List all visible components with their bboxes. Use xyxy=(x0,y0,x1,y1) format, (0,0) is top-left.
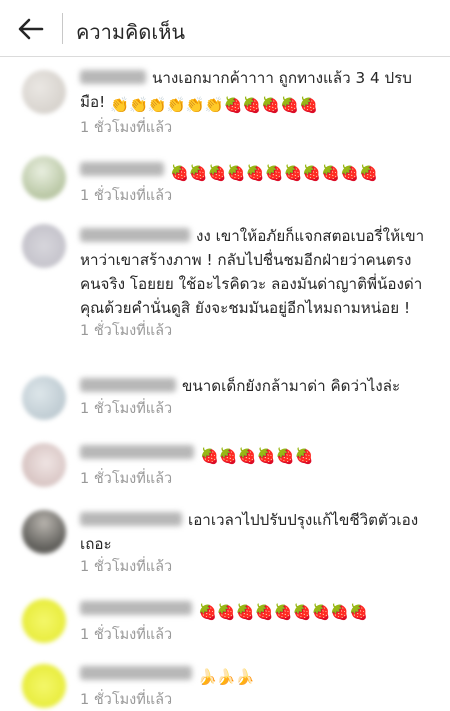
comment-emojis: 🍌🍌🍌 xyxy=(198,668,255,686)
comment-username[interactable]: patanpee_679 xyxy=(80,512,182,526)
comment-message: ขนาดเด็กยังกล้ามาด่า คิดว่าไงล่ะ xyxy=(182,377,401,395)
comment-username[interactable]: ffye_irdawuffkkk xyxy=(80,666,192,680)
comment-timestamp: 1 ชั่วโมงที่แล้ว xyxy=(80,471,173,487)
comment-timestamp: 1 ชั่วโมงที่แล้ว xyxy=(80,120,173,136)
comment-username[interactable]: tabooo_cnppa xyxy=(80,162,164,176)
arrow-left-icon xyxy=(18,18,44,40)
avatar[interactable] xyxy=(22,224,66,268)
avatar[interactable] xyxy=(22,70,66,114)
comment-username[interactable]: pikkmikoumacob xyxy=(80,445,194,459)
comment-username[interactable]: ffye_irdawuffkkk xyxy=(80,601,192,615)
comment-text: patanpee_679เอาเวลาไปปรับปรุงแก้ไขชีวิตต… xyxy=(80,508,430,556)
comment-text: ffye_irdawuffkkk 🍌🍌🍌 xyxy=(80,662,430,689)
comment-text: patnnnakchu35งง เขาให้อภัยก็แจกสตอเบอรี่… xyxy=(80,224,430,320)
avatar[interactable] xyxy=(22,599,66,643)
comment-emojis: 👏👏👏👏👏👏🍓🍓🍓🍓🍓 xyxy=(110,96,319,114)
comment-timestamp: 1 ชั่วโมงที่แล้ว xyxy=(80,627,173,643)
comment-timestamp: 1 ชั่วโมงที่แล้ว xyxy=(80,323,173,339)
comment-text: jmew_hanoke ขนาดเด็กยังกล้ามาด่า คิดว่าไง… xyxy=(80,374,430,398)
avatar[interactable] xyxy=(22,443,66,487)
comment-emojis: 🍓🍓🍓🍓🍓🍓 xyxy=(200,447,314,465)
comment-emojis: 🍓🍓🍓🍓🍓🍓🍓🍓🍓🍓🍓 xyxy=(170,164,379,182)
comment-timestamp: 1 ชั่วโมงที่แล้ว xyxy=(80,401,173,417)
comment-emojis: 🍓🍓🍓🍓🍓🍓🍓🍓🍓 xyxy=(198,603,369,621)
comment-timestamp: 1 ชั่วโมงที่แล้ว xyxy=(80,559,173,575)
comment-text: tabooo_cnppa 🍓🍓🍓🍓🍓🍓🍓🍓🍓🍓🍓 xyxy=(80,158,430,185)
avatar[interactable] xyxy=(22,376,66,420)
comment-username[interactable]: jmew_hanoke xyxy=(80,378,176,392)
comment-text: pikkmikoumacob 🍓🍓🍓🍓🍓🍓 xyxy=(80,441,430,468)
avatar[interactable] xyxy=(22,664,66,708)
header-divider xyxy=(62,13,63,44)
app-header: ความคิดเห็น xyxy=(0,0,450,57)
comment-username[interactable]: patnnnakchu35 xyxy=(80,228,190,242)
avatar[interactable] xyxy=(22,156,66,200)
avatar[interactable] xyxy=(22,510,66,554)
comment-text: ffye_irdawuffkkk 🍓🍓🍓🍓🍓🍓🍓🍓🍓 xyxy=(80,597,430,624)
comment-timestamp: 1 ชั่วโมงที่แล้ว xyxy=(80,188,173,204)
comment-timestamp: 1 ชั่วโมงที่แล้ว xyxy=(80,692,173,708)
comment-username[interactable]: areej_ahn xyxy=(80,70,146,84)
back-button[interactable] xyxy=(14,15,48,43)
page-title: ความคิดเห็น xyxy=(76,20,186,44)
comment-text: areej_ahnนางเอกมากค้าาาา ถูกทางแล้ว 3 4 … xyxy=(80,66,430,117)
